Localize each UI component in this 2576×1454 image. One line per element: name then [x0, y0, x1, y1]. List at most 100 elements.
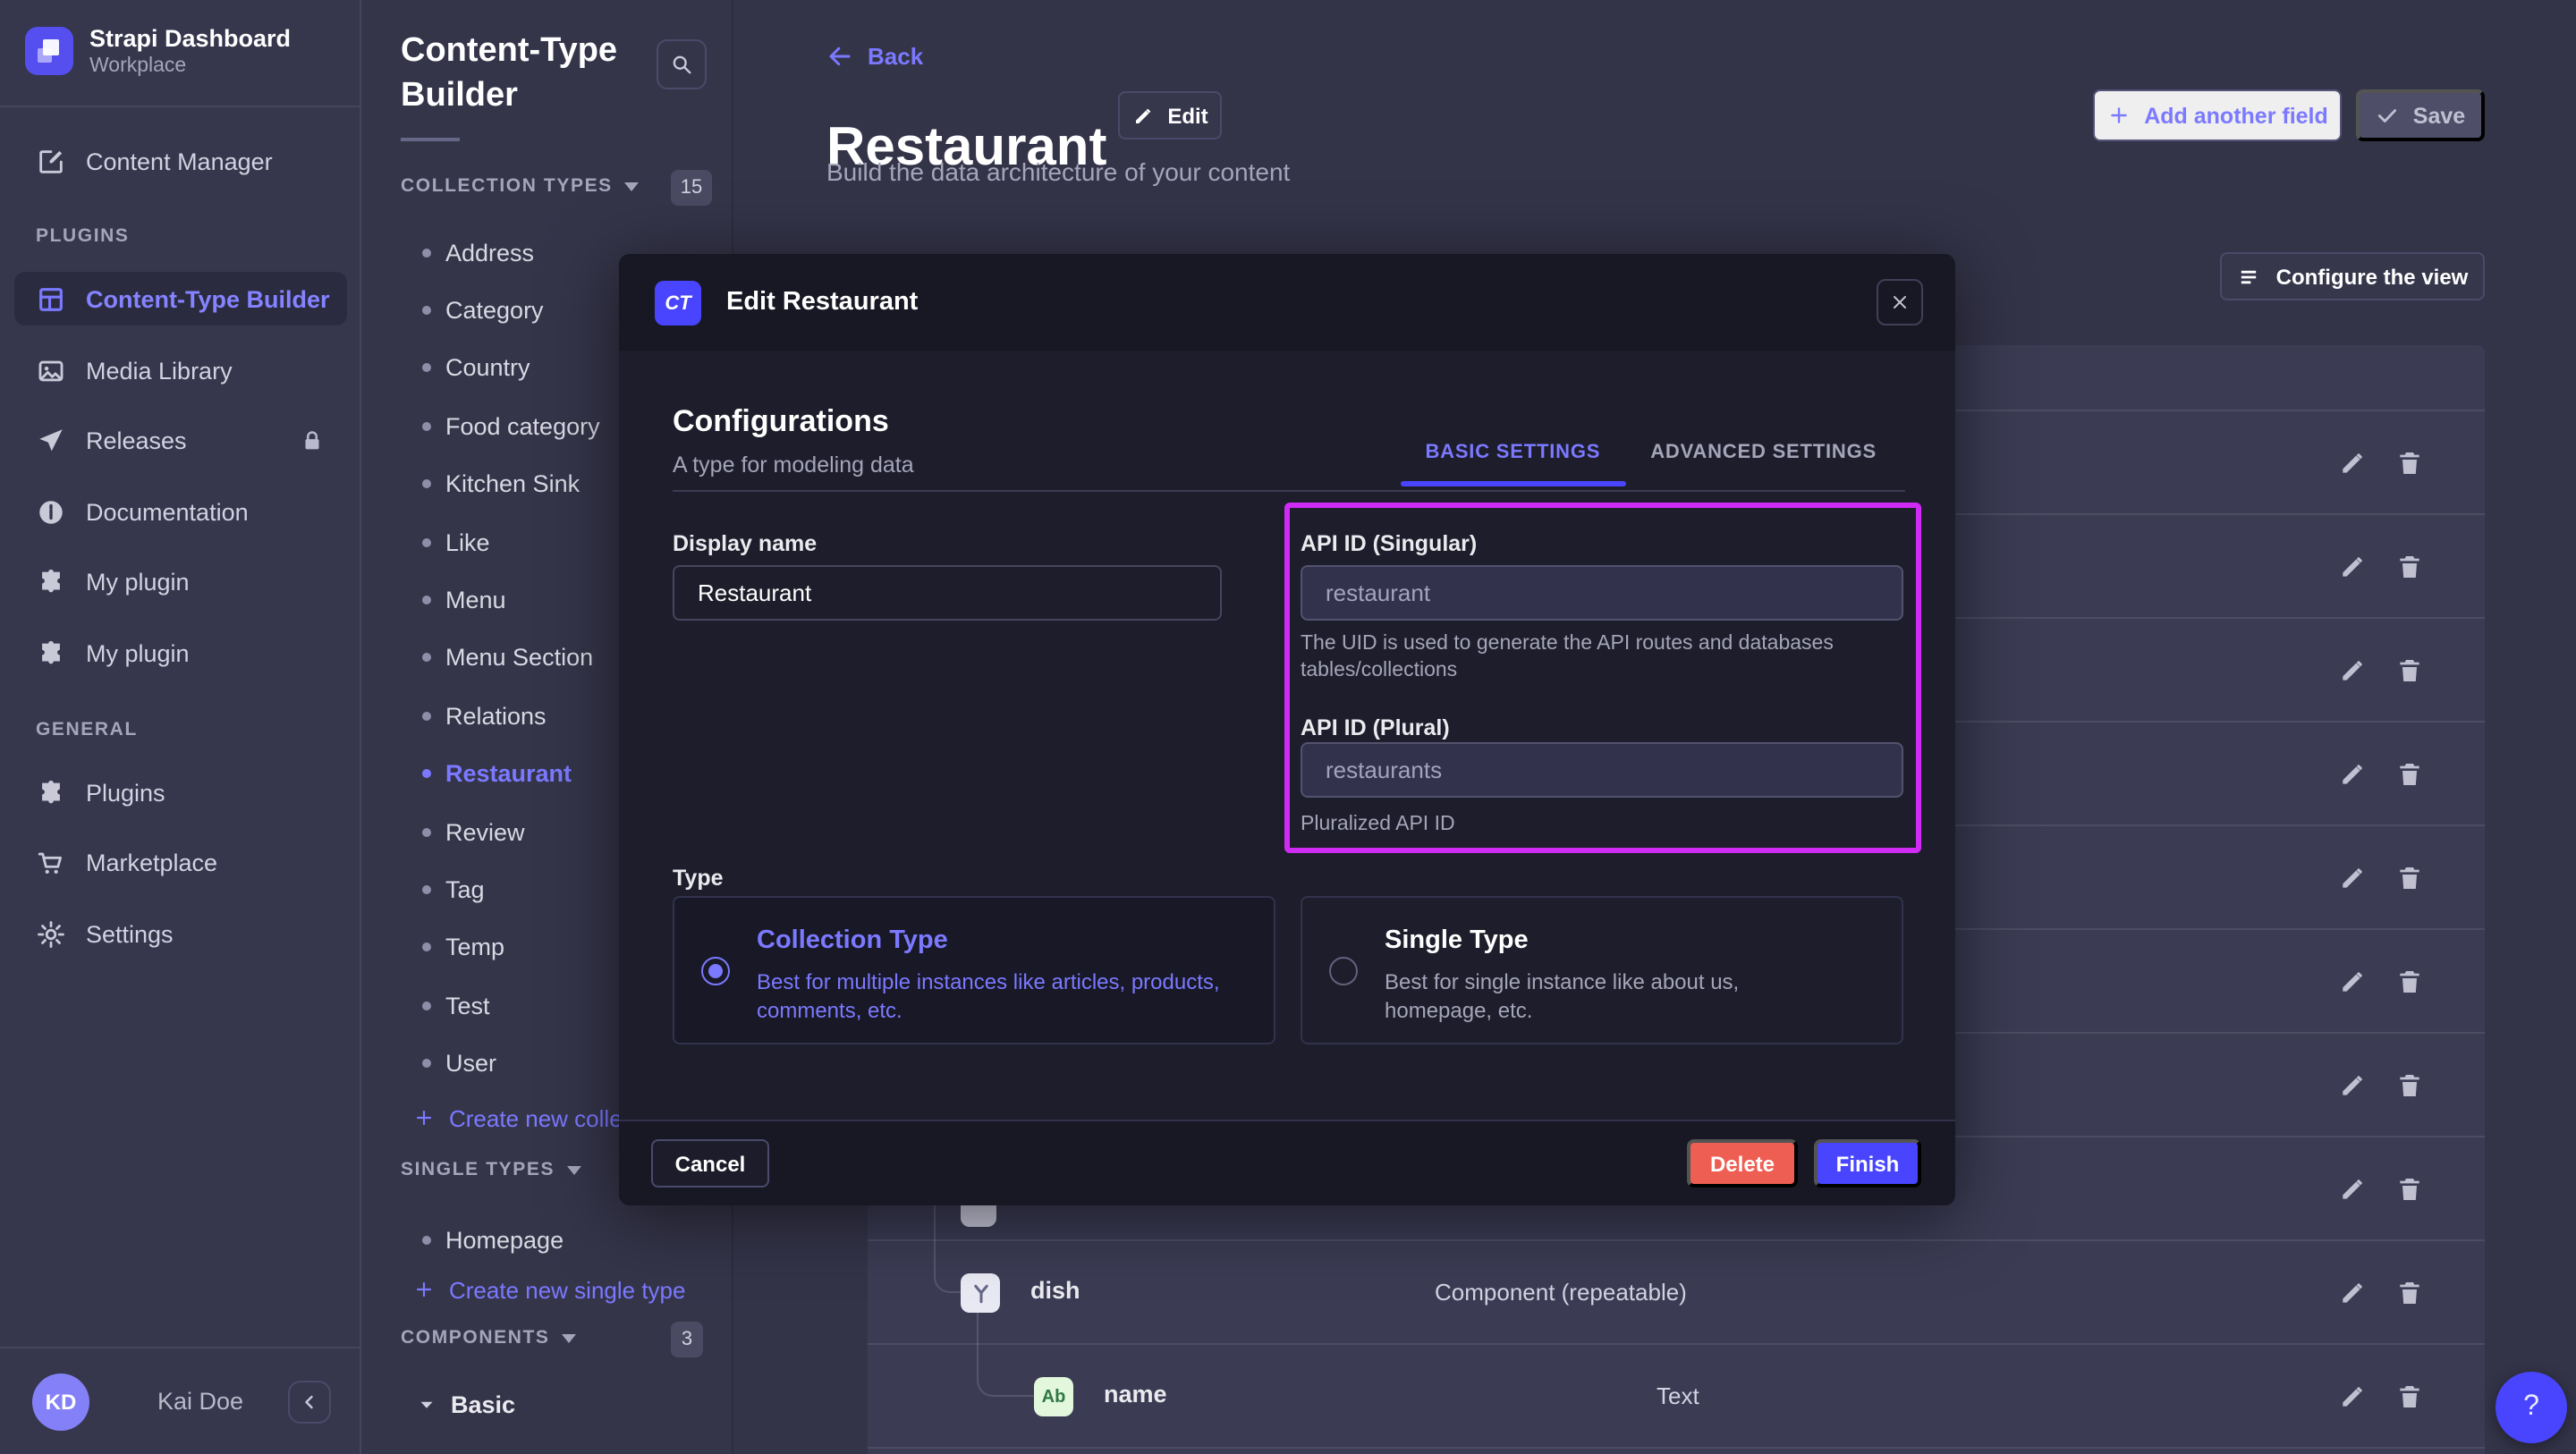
delete-field-icon[interactable]	[2395, 1279, 2424, 1307]
modal-title: Edit Restaurant	[726, 288, 918, 317]
chevron-down-icon	[563, 1333, 577, 1342]
cart-icon	[36, 847, 66, 877]
sidebar-section-general: GENERAL	[36, 719, 138, 740]
delete-field-icon[interactable]	[2395, 449, 2424, 478]
single-type-card[interactable]: Single Type Best for single instance lik…	[1301, 896, 1903, 1044]
sidebar-item-content-manager[interactable]: Content Manager	[14, 134, 347, 188]
delete-field-icon[interactable]	[2395, 760, 2424, 789]
lock-icon	[299, 427, 326, 453]
puzzle-icon	[36, 638, 66, 668]
text-field-icon: Ab	[1034, 1377, 1073, 1416]
display-name-label: Display name	[673, 531, 817, 556]
delete-button[interactable]: Delete	[1687, 1139, 1798, 1188]
api-id-plural-input[interactable]	[1301, 742, 1903, 798]
sidebar-item-settings[interactable]: Settings	[14, 907, 347, 960]
edit-field-icon[interactable]	[2338, 760, 2367, 789]
finish-button[interactable]: Finish	[1814, 1139, 1921, 1188]
sidebar-item-releases[interactable]: Releases	[14, 413, 347, 467]
chevron-down-icon	[567, 1165, 581, 1174]
info-icon	[36, 496, 66, 527]
edit-field-icon[interactable]	[2338, 449, 2367, 478]
radio-collection-type[interactable]	[701, 957, 730, 985]
configure-the-view-button[interactable]: Configure the view	[2220, 252, 2485, 300]
tab-advanced-settings[interactable]: ADVANCED SETTINGS	[1625, 424, 1902, 481]
display-name-input[interactable]	[673, 565, 1222, 621]
edit-field-icon[interactable]	[2338, 968, 2367, 996]
api-id-singular-input[interactable]	[1301, 565, 1903, 621]
chevron-down-icon	[625, 182, 640, 190]
sidebar-item-content-type-builder[interactable]: Content-Type Builder	[14, 272, 347, 325]
image-icon	[36, 355, 66, 385]
sidebar-footer: KD Kai Doe	[0, 1347, 360, 1454]
collapse-sidebar-button[interactable]	[288, 1381, 331, 1424]
modal-footer: Cancel Delete Finish	[619, 1120, 1955, 1205]
sidebar-item-media-library[interactable]: Media Library	[14, 343, 347, 397]
single-item-homepage[interactable]: Homepage	[361, 1211, 732, 1269]
delete-field-icon[interactable]	[2395, 1071, 2424, 1100]
edit-field-icon[interactable]	[2338, 656, 2367, 685]
cancel-button[interactable]: Cancel	[651, 1139, 769, 1188]
close-modal-button[interactable]	[1877, 279, 1923, 325]
settings-tabs: BASIC SETTINGS ADVANCED SETTINGS	[1400, 424, 1902, 481]
workspace-name: Workplace	[89, 55, 186, 77]
plus-icon	[413, 1279, 435, 1300]
paper-plane-icon	[36, 425, 66, 455]
avatar[interactable]: KD	[32, 1374, 89, 1431]
title-divider	[401, 138, 460, 141]
chevron-left-icon	[299, 1391, 320, 1413]
puzzle-icon	[36, 777, 66, 807]
radio-single-type[interactable]	[1329, 957, 1358, 985]
api-id-plural-label: API ID (Plural)	[1301, 715, 1450, 740]
collection-type-card[interactable]: Collection Type Best for multiple instan…	[673, 896, 1275, 1044]
user-name: Kai Doe	[157, 1388, 243, 1415]
edit-field-icon[interactable]	[2338, 1071, 2367, 1100]
edit-field-icon[interactable]	[2338, 1175, 2367, 1204]
workspace-header[interactable]: Strapi Dashboard Workplace	[0, 0, 360, 107]
grid-icon	[36, 283, 66, 314]
single-types-header[interactable]: SINGLE TYPES	[401, 1159, 581, 1180]
edit-field-icon[interactable]	[2338, 1382, 2367, 1411]
api-id-singular-help: The UID is used to generate the API rout…	[1301, 631, 1891, 685]
check-icon	[2376, 104, 2399, 127]
delete-field-icon[interactable]	[2395, 1382, 2424, 1411]
back-link[interactable]: Back	[826, 43, 923, 70]
edit-field-icon[interactable]	[2338, 553, 2367, 581]
delete-field-icon[interactable]	[2395, 968, 2424, 996]
add-another-field-button[interactable]: Add another field	[2093, 89, 2342, 141]
create-single-type-link[interactable]: Create new single type	[413, 1266, 686, 1313]
sidebar-item-marketplace[interactable]: Marketplace	[14, 835, 347, 889]
field-row-dish[interactable]: dish Component (repeatable)	[868, 1239, 2485, 1343]
arrow-left-icon	[826, 43, 853, 70]
app-title: Strapi Dashboard	[89, 25, 291, 52]
delete-field-icon[interactable]	[2395, 864, 2424, 892]
search-button[interactable]	[657, 39, 707, 89]
gear-icon	[36, 918, 66, 949]
edit-field-icon[interactable]	[2338, 864, 2367, 892]
delete-field-icon[interactable]	[2395, 1175, 2424, 1204]
sidebar-item-my-plugin-2[interactable]: My plugin	[14, 626, 347, 680]
delete-field-icon[interactable]	[2395, 553, 2424, 581]
sidebar-item-my-plugin-1[interactable]: My plugin	[14, 554, 347, 608]
api-id-plural-help: Pluralized API ID	[1301, 812, 1455, 839]
field-row-name[interactable]: Ab name Text	[868, 1343, 2485, 1447]
edit-button[interactable]: Edit	[1118, 91, 1222, 139]
help-button[interactable]: ?	[2496, 1372, 2567, 1443]
save-button[interactable]: Save	[2356, 89, 2485, 141]
component-group-basic[interactable]: Basic	[415, 1381, 515, 1427]
edit-field-icon[interactable]	[2338, 1279, 2367, 1307]
components-header[interactable]: COMPONENTS	[401, 1327, 577, 1348]
app-window: Strapi Dashboard Workplace Content Manag…	[0, 0, 2576, 1454]
sidebar-item-plugins[interactable]: Plugins	[14, 765, 347, 819]
sidebar-item-documentation[interactable]: Documentation	[14, 485, 347, 538]
edit-restaurant-modal: CT Edit Restaurant Configurations A type…	[619, 254, 1955, 1205]
type-label: Type	[673, 866, 724, 891]
tabs-divider	[673, 490, 1905, 492]
delete-field-icon[interactable]	[2395, 656, 2424, 685]
panel-title: Content-Type Builder	[401, 29, 669, 118]
plus-icon	[413, 1107, 435, 1129]
collection-types-header[interactable]: COLLECTION TYPES	[401, 175, 640, 197]
chevron-down-icon	[415, 1392, 438, 1416]
tab-basic-settings[interactable]: BASIC SETTINGS	[1400, 424, 1625, 481]
row-divider	[868, 1447, 2485, 1449]
main-sidebar: Strapi Dashboard Workplace Content Manag…	[0, 0, 361, 1454]
